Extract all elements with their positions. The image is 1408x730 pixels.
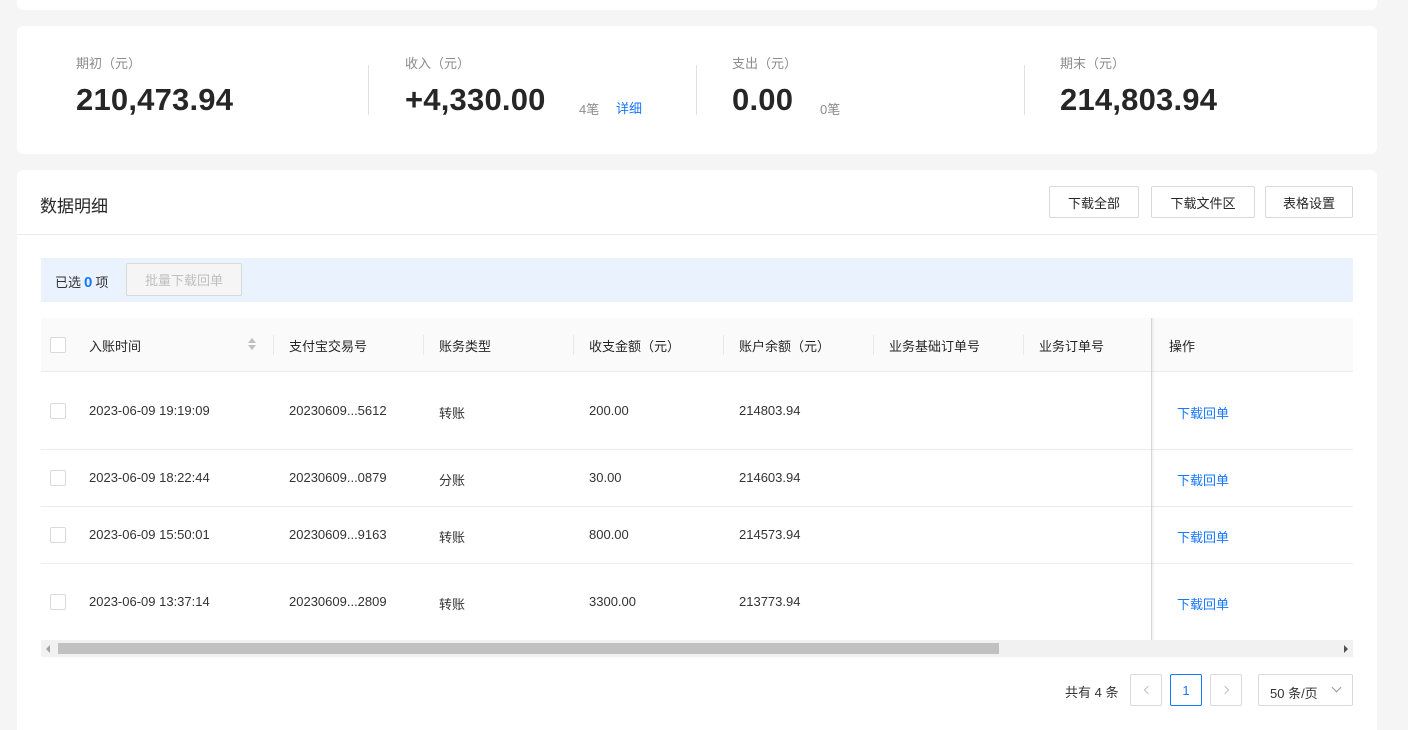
column-separator bbox=[423, 335, 424, 355]
column-separator bbox=[723, 335, 724, 355]
stat-divider bbox=[368, 65, 369, 115]
chevron-right-icon bbox=[1220, 685, 1229, 695]
chevron-left-icon bbox=[1143, 685, 1152, 695]
row-checkbox[interactable] bbox=[50, 527, 66, 543]
table-row: 2023-06-09 15:50:01 20230609...9163 转账 8… bbox=[41, 507, 1353, 564]
cell-amount: 3300.00 bbox=[589, 594, 636, 609]
column-header-amount: 收支金额（元） bbox=[589, 339, 681, 354]
selection-bar: 已选 0 项 批量下载回单 bbox=[41, 258, 1353, 302]
fixed-column-shadow bbox=[1151, 318, 1155, 640]
download-receipt-link[interactable]: 下载回单 bbox=[1177, 594, 1229, 613]
pagination-total: 共有 4 条 bbox=[1065, 685, 1119, 700]
column-header-trade-no: 支付宝交易号 bbox=[289, 339, 368, 354]
download-receipt-link[interactable]: 下载回单 bbox=[1177, 403, 1229, 422]
horizontal-scrollbar[interactable] bbox=[41, 640, 1353, 657]
selection-count-text: 已选 0 项 bbox=[55, 272, 108, 291]
chevron-down-icon bbox=[1331, 682, 1342, 693]
row-checkbox[interactable] bbox=[50, 403, 66, 419]
cell-trade-no: 20230609...9163 bbox=[289, 527, 387, 542]
cell-balance: 214803.94 bbox=[739, 403, 801, 418]
scroll-left-arrow-icon[interactable] bbox=[46, 645, 50, 653]
cell-amount: 200.00 bbox=[589, 403, 629, 418]
table-settings-button[interactable]: 表格设置 bbox=[1265, 186, 1353, 218]
cell-balance: 214603.94 bbox=[739, 470, 801, 485]
batch-download-button[interactable]: 批量下载回单 bbox=[126, 263, 242, 296]
stat-divider bbox=[696, 65, 697, 115]
page-size-select[interactable]: 50 条/页 bbox=[1258, 674, 1353, 706]
stat-expense-label: 支出（元） bbox=[732, 56, 798, 71]
column-separator bbox=[273, 335, 274, 355]
stat-opening-value: 210,473.94 bbox=[76, 82, 234, 117]
cell-trade-no: 20230609...0879 bbox=[289, 470, 387, 485]
cell-time: 2023-06-09 13:37:14 bbox=[89, 594, 210, 609]
stat-divider bbox=[1024, 65, 1025, 115]
stat-expense-count: 0笔 bbox=[820, 102, 841, 117]
column-header-base-order: 业务基础订单号 bbox=[889, 339, 981, 354]
download-receipt-link[interactable]: 下载回单 bbox=[1177, 470, 1229, 489]
transactions-table: 入账时间 支付宝交易号 账务类型 收支金额（元） 账户余额（元） 业务基础订单号… bbox=[41, 318, 1353, 640]
column-separator bbox=[1023, 335, 1024, 355]
cell-type: 分账 bbox=[439, 473, 466, 488]
column-header-action: 操作 bbox=[1169, 339, 1196, 354]
table-header: 入账时间 支付宝交易号 账务类型 收支金额（元） 账户余额（元） 业务基础订单号… bbox=[41, 318, 1353, 372]
page-number-button[interactable]: 1 bbox=[1170, 674, 1202, 706]
column-header-order: 业务订单号 bbox=[1039, 339, 1105, 354]
cell-balance: 213773.94 bbox=[739, 594, 801, 609]
cell-time: 2023-06-09 18:22:44 bbox=[89, 470, 210, 485]
cell-type: 转账 bbox=[439, 530, 466, 545]
download-receipt-link[interactable]: 下载回单 bbox=[1177, 527, 1229, 546]
cell-balance: 214573.94 bbox=[739, 527, 801, 542]
cell-type: 转账 bbox=[439, 406, 466, 421]
stat-closing-label: 期末（元） bbox=[1060, 56, 1126, 71]
stat-income-count: 4笔 bbox=[579, 102, 600, 117]
column-separator bbox=[573, 335, 574, 355]
stat-expense-value: 0.00 bbox=[732, 82, 794, 117]
panel-title: 数据明细 bbox=[40, 197, 108, 216]
select-all-checkbox[interactable] bbox=[50, 337, 66, 353]
cell-time: 2023-06-09 15:50:01 bbox=[89, 527, 210, 542]
previous-card bbox=[17, 0, 1377, 10]
income-detail-link[interactable]: 详细 bbox=[616, 98, 642, 117]
page-size-label: 50 条/页 bbox=[1270, 686, 1318, 701]
stat-opening-label: 期初（元） bbox=[76, 56, 142, 71]
divider bbox=[17, 234, 1377, 235]
table-row: 2023-06-09 19:19:09 20230609...5612 转账 2… bbox=[41, 373, 1353, 450]
table-row: 2023-06-09 13:37:14 20230609...2809 转账 3… bbox=[41, 564, 1353, 640]
cell-trade-no: 20230609...2809 bbox=[289, 594, 387, 609]
column-header-time[interactable]: 入账时间 bbox=[89, 336, 141, 355]
row-checkbox[interactable] bbox=[50, 594, 66, 610]
column-header-balance: 账户余额（元） bbox=[739, 339, 831, 354]
stat-income-value: +4,330.00 bbox=[405, 82, 546, 117]
sort-caret-icon[interactable] bbox=[247, 337, 257, 353]
stat-income-label: 收入（元） bbox=[405, 56, 471, 71]
prev-page-button[interactable] bbox=[1130, 674, 1162, 706]
stat-closing-value: 214,803.94 bbox=[1060, 82, 1218, 117]
cell-type: 转账 bbox=[439, 597, 466, 612]
cell-amount: 30.00 bbox=[589, 470, 622, 485]
scroll-right-arrow-icon[interactable] bbox=[1344, 645, 1348, 653]
next-page-button[interactable] bbox=[1210, 674, 1242, 706]
selection-suffix: 项 bbox=[95, 275, 109, 290]
download-file-area-button[interactable]: 下载文件区 bbox=[1151, 186, 1255, 218]
cell-time: 2023-06-09 19:19:09 bbox=[89, 403, 210, 418]
summary-card: 期初（元） 210,473.94 收入（元） +4,330.00 4笔 详细 支… bbox=[17, 26, 1377, 154]
cell-amount: 800.00 bbox=[589, 527, 629, 542]
scrollbar-thumb[interactable] bbox=[58, 643, 999, 654]
table-row: 2023-06-09 18:22:44 20230609...0879 分账 3… bbox=[41, 450, 1353, 507]
row-checkbox[interactable] bbox=[50, 470, 66, 486]
download-all-button[interactable]: 下载全部 bbox=[1049, 186, 1139, 218]
detail-panel: 数据明细 下载全部 下载文件区 表格设置 已选 0 项 批量下载回单 入账时间 支付… bbox=[17, 170, 1377, 730]
selection-prefix: 已选 bbox=[55, 275, 82, 290]
cell-trade-no: 20230609...5612 bbox=[289, 403, 387, 418]
column-header-type: 账务类型 bbox=[439, 339, 492, 354]
column-separator bbox=[873, 335, 874, 355]
selection-count: 0 bbox=[84, 274, 93, 291]
